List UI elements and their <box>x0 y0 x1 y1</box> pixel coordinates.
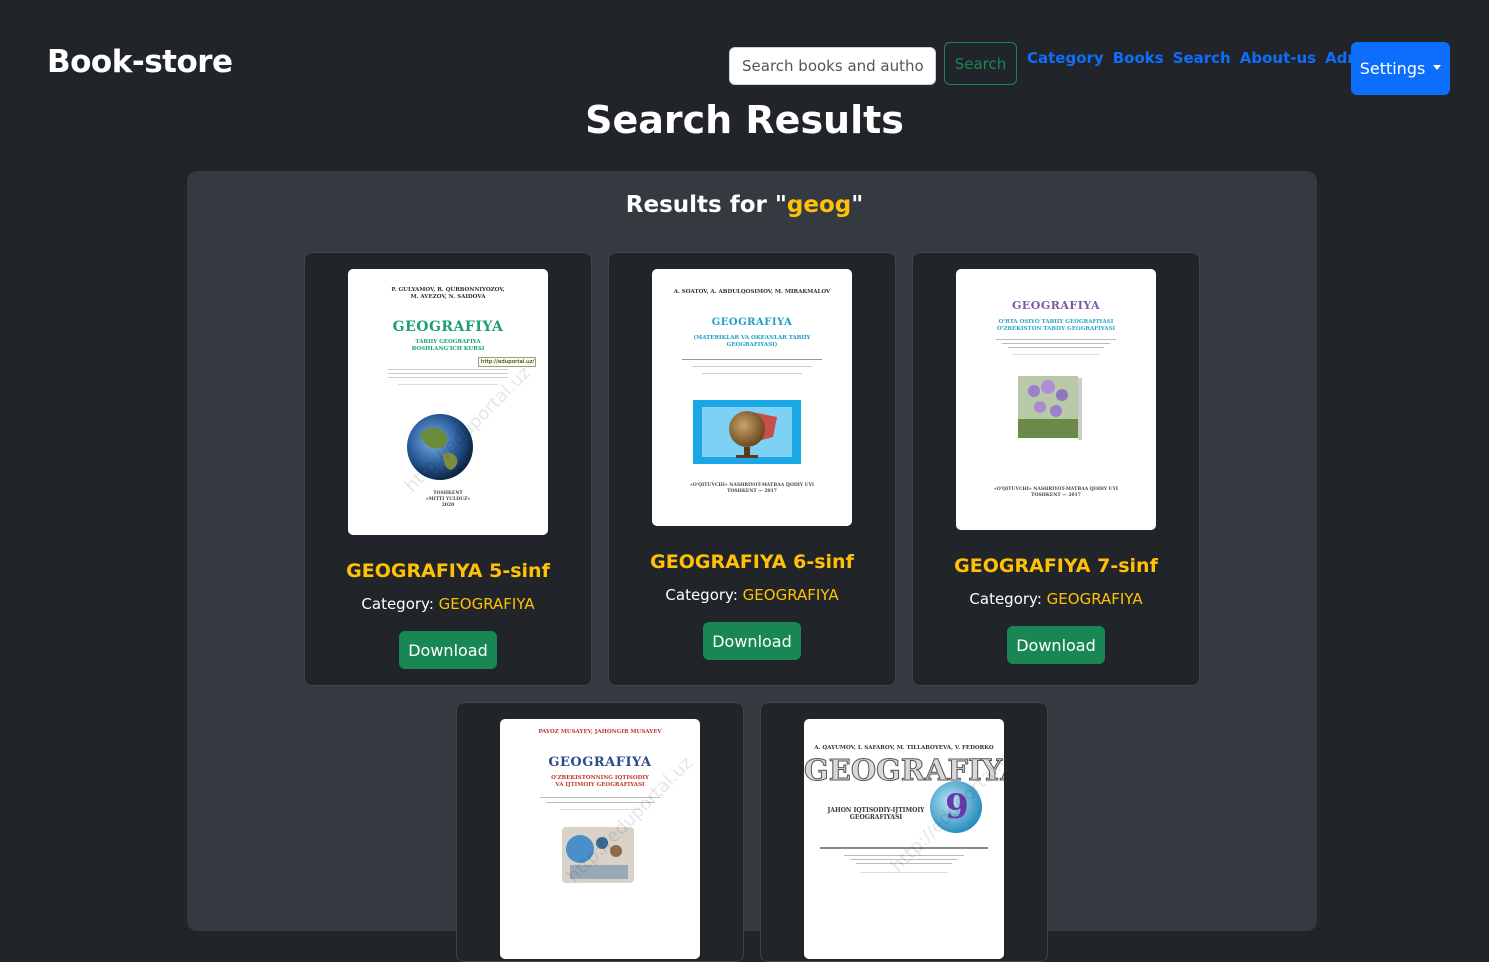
cover-footer: «O'QITUVCHI» NASHRIYOT-MATBAA IJODIY UYI… <box>994 487 1118 498</box>
caret-down-icon <box>1433 65 1442 70</box>
nav-link-books[interactable]: Books <box>1113 49 1164 67</box>
book-card: GEOGRAFIYA O'RTA OSIYO TABIIY GEOGRAFIYA… <box>912 252 1200 686</box>
book-cover[interactable]: P. GULYAMOV, R. QURBONNIYOZOV, M. AVEZOV… <box>348 269 548 535</box>
book-title[interactable]: GEOGRAFIYA 7-sinf <box>913 555 1199 577</box>
category-label: Category: <box>361 595 434 613</box>
cover-title: GEOGRAFIYA <box>392 319 504 335</box>
cover-footer: «O'QITUVCHI» NASHRIYOT-MATBAA IJODIY UYI… <box>690 483 814 494</box>
book-card: A. SOATOV, A. ABDULQOSIMOV, M. MIRAKMALO… <box>608 252 896 686</box>
cover-description <box>682 357 822 383</box>
cover-subtitle: JAHON IQTISODIY-IJTIMOIY GEOGRAFIYASI <box>827 807 925 821</box>
category-value[interactable]: GEOGRAFIYA <box>439 595 535 613</box>
settings-dropdown-button[interactable]: Settings <box>1351 42 1450 95</box>
results-heading: Results for "geog" <box>0 192 1489 218</box>
cover-authors: A. QAYUMOV, I. SAFAROV, M. TILLABOYEVA, … <box>814 745 994 751</box>
category-value[interactable]: GEOGRAFIYA <box>743 586 839 604</box>
cover-authors: A. SOATOV, A. ABDULQOSIMOV, M. MIRAKMALO… <box>673 289 831 295</box>
settings-label: Settings <box>1359 59 1426 78</box>
book-cover[interactable]: A. SOATOV, A. ABDULQOSIMOV, M. MIRAKMALO… <box>652 269 852 526</box>
download-button[interactable]: Download <box>399 631 497 669</box>
book-card: PAYOZ MUSAYEV, JAHONGIR MUSAYEV GEOGRAFI… <box>456 702 744 962</box>
page-title: Search Results <box>585 98 904 142</box>
nav-link-about-us[interactable]: About-us <box>1240 49 1316 67</box>
book-card: P. GULYAMOV, R. QURBONNIYOZOV, M. AVEZOV… <box>304 252 592 686</box>
search-button[interactable]: Search <box>944 42 1017 85</box>
cover-title: GEOGRAFIYA <box>711 317 793 328</box>
nav-links: Category Books Search About-us Admin <box>1027 49 1379 67</box>
cover-description <box>996 337 1116 367</box>
results-suffix: " <box>851 192 864 218</box>
search-input[interactable] <box>729 47 936 85</box>
book-category: Category: GEOGRAFIYA <box>305 595 591 613</box>
brand-logo[interactable]: Book-store <box>47 44 233 80</box>
category-label: Category: <box>665 586 738 604</box>
category-value[interactable]: GEOGRAFIYA <box>1047 590 1143 608</box>
book-cover[interactable]: GEOGRAFIYA O'RTA OSIYO TABIIY GEOGRAFIYA… <box>956 269 1156 530</box>
cover-authors: PAYOZ MUSAYEV, JAHONGIR MUSAYEV <box>538 729 662 735</box>
nav-link-search[interactable]: Search <box>1173 49 1231 67</box>
cover-subtitle: TABIIY GEOGRAFIYA BOSHLANG'ICH KURSI <box>411 339 485 352</box>
download-button[interactable]: Download <box>1007 626 1105 664</box>
book-title[interactable]: GEOGRAFIYA 5-sinf <box>305 560 591 582</box>
category-label: Category: <box>969 590 1042 608</box>
download-button[interactable]: Download <box>703 622 801 660</box>
nav-link-category[interactable]: Category <box>1027 49 1104 67</box>
cover-title: GEOGRAFIYA <box>1011 299 1101 312</box>
cover-subtitle: (MATERIKLAR VA OKEANLAR TABIIY GEOGRAFIY… <box>693 335 811 348</box>
cover-authors: P. GULYAMOV, R. QURBONNIYOZOV, M. AVEZOV… <box>391 287 505 300</box>
results-prefix: Results for " <box>625 192 787 218</box>
book-title[interactable]: GEOGRAFIYA 6-sinf <box>609 551 895 573</box>
book-cover[interactable]: PAYOZ MUSAYEV, JAHONGIR MUSAYEV GEOGRAFI… <box>500 719 700 959</box>
cover-subtitle: O'RTA OSIYO TABIIY GEOGRAFIYASI O'ZBEKIS… <box>996 319 1116 332</box>
search-query: geog <box>786 192 852 218</box>
book-card: A. QAYUMOV, I. SAFAROV, M. TILLABOYEVA, … <box>760 702 1048 962</box>
book-category: Category: GEOGRAFIYA <box>609 586 895 604</box>
book-category: Category: GEOGRAFIYA <box>913 590 1199 608</box>
book-cover[interactable]: A. QAYUMOV, I. SAFAROV, M. TILLABOYEVA, … <box>804 719 1004 959</box>
